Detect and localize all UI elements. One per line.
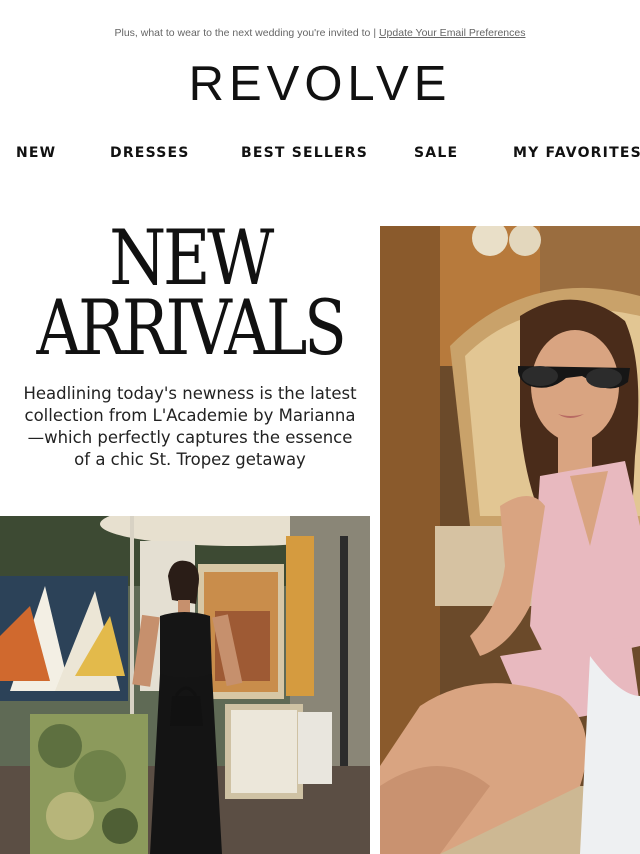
product-photo-black-dress[interactable] — [0, 516, 370, 854]
preheader-text: Plus, what to wear to the next wedding y… — [114, 27, 379, 39]
black-dress-photo-illustration — [0, 516, 370, 854]
revolve-logo[interactable]: REVOLVE — [0, 56, 640, 112]
preheader: Plus, what to wear to the next wedding y… — [0, 27, 640, 39]
hero-title-line2[interactable]: ARRIVALS — [34, 290, 346, 366]
hero-description: Headlining today's newness is the latest… — [23, 384, 357, 469]
nav-item-my-favorites[interactable]: MY FAVORITES — [513, 145, 640, 161]
pink-set-photo-illustration — [380, 226, 640, 854]
nav-item-sale[interactable]: SALE — [414, 145, 458, 161]
nav-item-dresses[interactable]: DRESSES — [110, 145, 190, 161]
main-nav: NEW DRESSES BEST SELLERS SALE MY FAVORIT… — [0, 145, 640, 165]
product-photo-pink-set[interactable] — [380, 226, 640, 854]
nav-item-new[interactable]: NEW — [16, 145, 56, 161]
nav-item-best-sellers[interactable]: BEST SELLERS — [241, 145, 368, 161]
update-email-preferences-link[interactable]: Update Your Email Preferences — [379, 27, 526, 39]
